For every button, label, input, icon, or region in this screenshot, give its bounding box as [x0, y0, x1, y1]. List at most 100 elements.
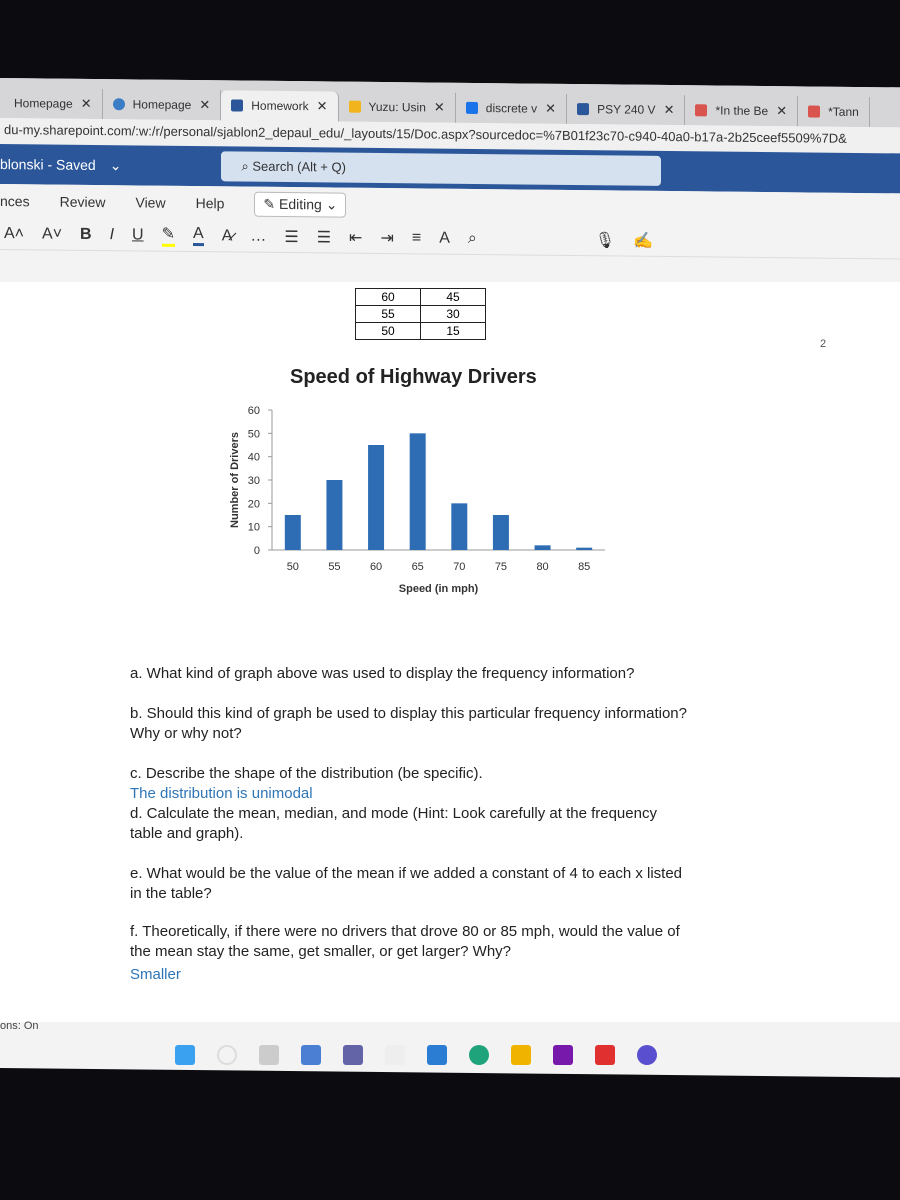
tab-homework[interactable]: Homework ✕ [221, 90, 339, 122]
store-icon[interactable] [385, 1045, 405, 1065]
bar [492, 515, 509, 550]
menu-view[interactable]: View [135, 194, 165, 210]
taskbar [0, 1030, 900, 1080]
task-view-icon[interactable] [259, 1045, 279, 1065]
question-a: a. What kind of graph above was used to … [130, 665, 635, 682]
table-row: 60 45 [355, 288, 486, 306]
y-tick-label: 0 [254, 545, 260, 557]
windows-start-icon[interactable] [175, 1045, 195, 1065]
app-icon[interactable] [637, 1045, 657, 1065]
close-icon[interactable]: ✕ [664, 102, 675, 118]
search-input[interactable]: ⌕ Search (Alt + Q) [221, 151, 662, 186]
menu-help[interactable]: Help [196, 195, 225, 211]
x-axis-label: Speed (in mph) [399, 583, 479, 595]
teams-icon[interactable] [343, 1045, 363, 1065]
tab-label: PSY 240 V [597, 102, 656, 117]
x-tick-label: 80 [536, 561, 548, 573]
close-icon[interactable]: ✕ [81, 96, 92, 112]
bar [409, 433, 426, 550]
menu-review[interactable]: Review [60, 194, 106, 210]
pencil-icon: ✎ [263, 195, 279, 212]
close-icon[interactable]: ✕ [545, 101, 556, 117]
search-icon: ⌕ [241, 158, 253, 174]
question-c: c. Describe the shape of the distributio… [130, 765, 483, 782]
font-color-icon[interactable]: A [193, 225, 204, 247]
chevron-down-icon[interactable]: ⌄ [110, 157, 122, 174]
search-placeholder: Search (Alt + Q) [252, 158, 346, 175]
find-icon[interactable]: ⌕ [468, 229, 477, 247]
bar-chart: 0 10 20 30 40 50 60 50 55 60 65 70 75 80 85 Speed (in m… [229, 405, 605, 595]
more-icon[interactable]: … [250, 227, 266, 245]
y-tick-label: 50 [248, 428, 260, 440]
editor-icon[interactable]: ✍ [633, 230, 653, 250]
bar [534, 545, 551, 550]
word-icon [577, 103, 590, 116]
bar [284, 515, 301, 550]
tab-in-the-be[interactable]: *In the Be ✕ [685, 95, 799, 127]
close-icon[interactable]: ✕ [317, 98, 328, 114]
onenote-icon[interactable] [553, 1045, 573, 1065]
x-tick-label: 60 [370, 561, 382, 573]
outdent-icon[interactable]: ⇤ [349, 227, 362, 247]
search-icon[interactable] [217, 1045, 237, 1065]
y-tick-label: 10 [248, 522, 260, 534]
bar [576, 547, 593, 550]
table-cell: 60 [355, 288, 421, 306]
tab-psy240[interactable]: PSY 240 V ✕ [567, 93, 686, 126]
close-icon[interactable]: ✕ [434, 100, 445, 116]
menu-references[interactable]: nces [0, 193, 30, 209]
pdf-icon [695, 104, 708, 117]
bing-icon [465, 101, 478, 115]
table-cell: 15 [420, 322, 486, 340]
bullets-icon[interactable]: ☰ [284, 226, 298, 246]
site-icon [112, 98, 125, 111]
answer-f: Smaller [130, 966, 181, 983]
doc-status: blonski - Saved [0, 156, 96, 174]
numbering-icon[interactable]: ☰ [317, 227, 331, 247]
indent-icon[interactable]: ⇥ [380, 227, 393, 247]
widgets-icon[interactable] [301, 1045, 321, 1065]
frequency-table: 60 45 55 30 50 15 [355, 288, 486, 340]
x-tick-label: 55 [328, 561, 340, 573]
bold-icon[interactable]: B [80, 225, 92, 243]
question-f: f. Theoretically, if there were no drive… [130, 923, 680, 960]
highlight-icon[interactable]: ✎ [161, 223, 176, 247]
y-axis-label: Number of Drivers [229, 432, 241, 528]
question-b: b. Should this kind of graph be used to … [130, 705, 687, 742]
mail-icon[interactable] [427, 1045, 447, 1065]
y-tick-label: 20 [248, 498, 260, 510]
styles-icon[interactable]: A [439, 229, 450, 247]
tab-homepage-1[interactable]: Homepage ✕ [4, 88, 103, 120]
dictate-icon[interactable]: 🎙 [595, 230, 615, 250]
x-tick-label: 75 [495, 561, 507, 573]
underline-icon[interactable]: U [132, 226, 144, 244]
file-explorer-icon[interactable] [511, 1045, 531, 1065]
answer-c: The distribution is unimodal [130, 785, 313, 802]
italic-icon[interactable]: I [110, 226, 114, 244]
app-icon[interactable] [595, 1045, 615, 1065]
close-icon[interactable]: ✕ [199, 97, 210, 113]
editing-label: Editing [279, 195, 322, 212]
question-e: e. What would be the value of the mean i… [130, 865, 683, 902]
editing-mode-button[interactable]: ✎ Editing ⌄ [254, 191, 347, 218]
tab-tann[interactable]: *Tann [798, 96, 870, 128]
align-icon[interactable]: ≡ [412, 229, 421, 247]
edge-icon[interactable] [469, 1045, 489, 1065]
shrink-font-icon[interactable]: A˅ [42, 225, 62, 243]
tab-label: Homework [251, 98, 309, 114]
y-tick-label: 40 [248, 452, 260, 464]
table-cell: 55 [355, 305, 421, 323]
tab-yuzu[interactable]: Yuzu: Usin ✕ [338, 91, 456, 123]
tab-homepage-2[interactable]: Homepage ✕ [102, 89, 222, 121]
clear-format-icon[interactable]: A̷ [222, 227, 233, 245]
tab-discrete[interactable]: discrete v ✕ [455, 92, 568, 124]
x-tick-label: 65 [412, 561, 424, 573]
tab-label: Yuzu: Usin [368, 99, 426, 115]
tab-label: *In the Be [715, 103, 769, 119]
table-row: 50 15 [355, 322, 486, 340]
document-page[interactable]: 60 45 55 30 50 15 2 Speed of Highway Driver… [0, 282, 900, 1032]
close-icon[interactable]: ✕ [776, 103, 787, 119]
y-tick-label: 60 [248, 405, 260, 417]
grow-font-icon[interactable]: A˄ [4, 225, 24, 243]
table-cell: 50 [355, 322, 421, 340]
